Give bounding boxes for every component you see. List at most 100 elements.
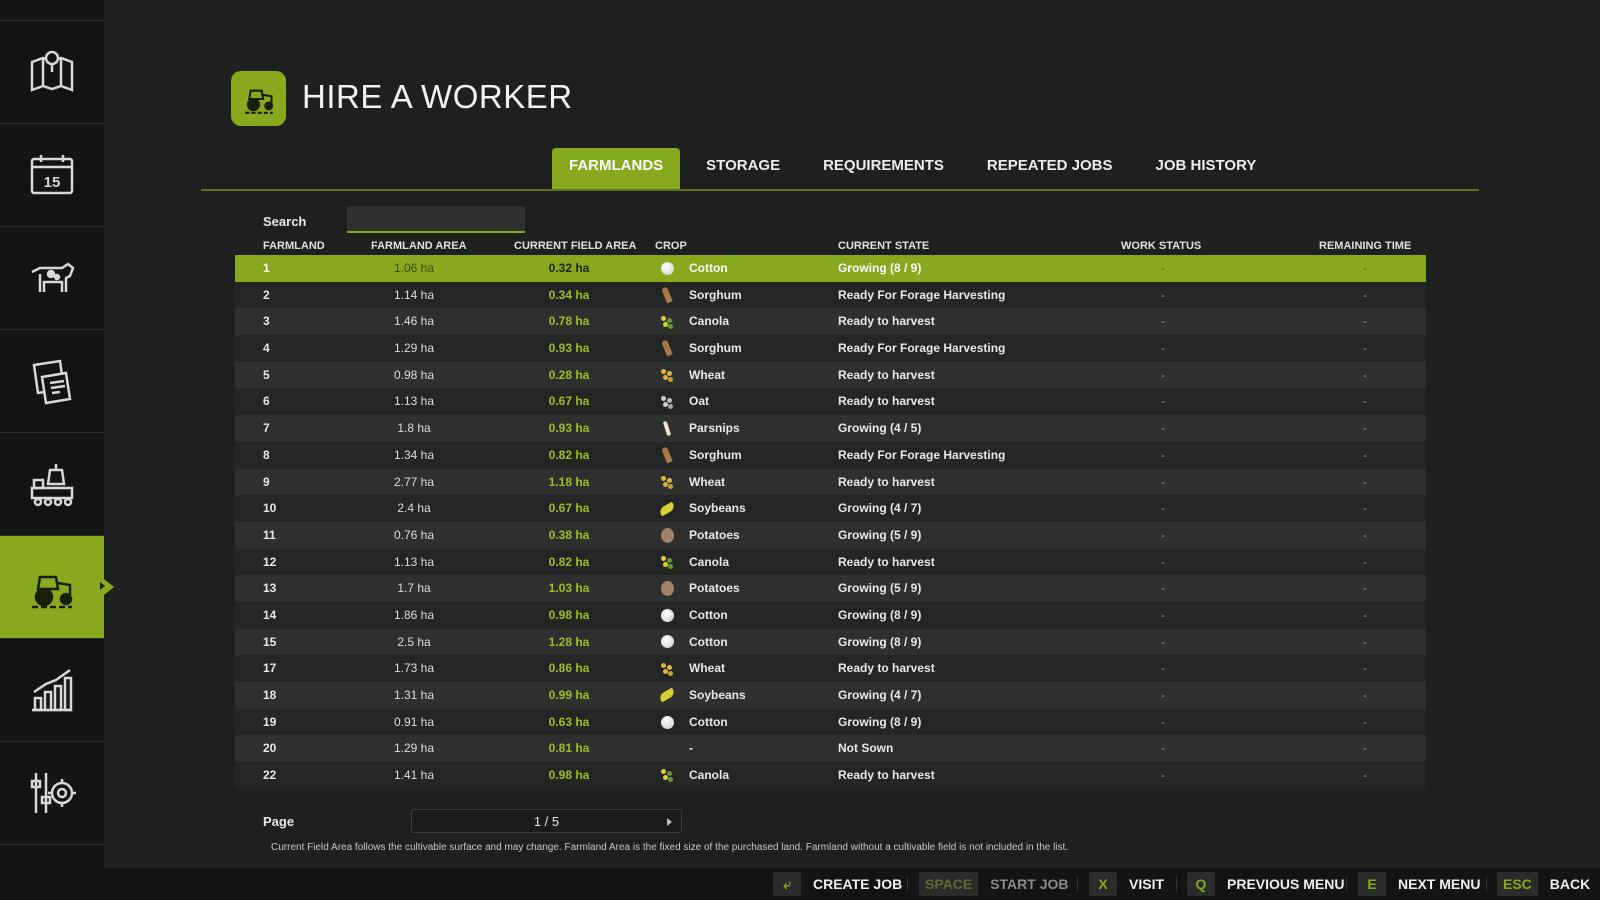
crop-icon-cell bbox=[658, 735, 676, 762]
visit-button[interactable]: X VISIT bbox=[1089, 868, 1164, 900]
farmland-cell: 10 bbox=[263, 501, 277, 516]
column-header-current-field-area[interactable]: CURRENT FIELD AREA bbox=[514, 240, 636, 252]
table-row[interactable]: 5 0.98 ha 0.28 ha Wheat Ready to harvest - - bbox=[235, 361, 1426, 389]
tab-requirements[interactable]: REQUIREMENTS bbox=[806, 148, 961, 190]
work-status-cell: - bbox=[1161, 287, 1165, 302]
table-row[interactable]: 13 1.7 ha 1.03 ha Potatoes Growing (5 / 9) - - bbox=[235, 575, 1426, 602]
crop-cell: Sorghum bbox=[689, 287, 742, 302]
remaining-time-cell: - bbox=[1363, 394, 1367, 409]
work-status-cell: - bbox=[1161, 314, 1165, 329]
crop-icon-cell bbox=[658, 335, 676, 362]
current-field-area-cell: 0.93 ha bbox=[548, 341, 590, 356]
sidebar-item-hire-worker[interactable] bbox=[0, 536, 114, 639]
table-row[interactable]: 9 2.77 ha 1.18 ha Wheat Ready to harvest - - bbox=[235, 468, 1426, 496]
crop-icon-cell bbox=[658, 575, 676, 602]
column-header-current-state[interactable]: CURRENT STATE bbox=[838, 240, 929, 252]
farmland-cell: 22 bbox=[263, 768, 277, 783]
tab-storage[interactable]: STORAGE bbox=[689, 148, 797, 190]
tab-farmlands[interactable]: FARMLANDS bbox=[552, 148, 681, 190]
work-status-cell: - bbox=[1161, 634, 1165, 649]
table-row[interactable]: 22 1.41 ha 0.98 ha Canola Ready to harvest - - bbox=[235, 762, 1426, 789]
crop-cell: Parsnips bbox=[689, 421, 740, 436]
table-row[interactable]: 4 1.29 ha 0.93 ha Sorghum Ready For Forage H… bbox=[235, 335, 1426, 362]
crop-cell: Wheat bbox=[689, 367, 725, 382]
sidebar-item-production[interactable] bbox=[0, 433, 104, 536]
farmland-cell: 12 bbox=[263, 554, 277, 569]
table-row[interactable]: 8 1.34 ha 0.82 ha Sorghum Ready For Forage H… bbox=[235, 441, 1426, 469]
tab-repeated-jobs[interactable]: REPEATED JOBS bbox=[970, 148, 1130, 190]
column-header-farmland-area[interactable]: FARMLAND AREA bbox=[371, 240, 467, 252]
current-field-area-cell: 0.28 ha bbox=[548, 367, 590, 382]
column-header-work-status[interactable]: WORK STATUS bbox=[1121, 240, 1201, 252]
current-field-area-cell: 0.82 ha bbox=[548, 554, 590, 569]
sidebar: 15 bbox=[0, 0, 114, 868]
table-row[interactable]: 12 1.13 ha 0.82 ha Canola Ready to harvest - - bbox=[235, 548, 1426, 576]
current-state-cell: Ready to harvest bbox=[838, 768, 935, 783]
farmland-cell: 14 bbox=[263, 607, 277, 622]
q-key-badge: Q bbox=[1187, 872, 1215, 896]
table-row[interactable]: 11 0.76 ha 0.38 ha Potatoes Growing (5 / 9) -… bbox=[235, 521, 1426, 549]
farmland-area-cell: 1.86 ha bbox=[393, 607, 435, 622]
canola-icon bbox=[659, 767, 675, 783]
current-state-cell: Growing (4 / 5) bbox=[838, 421, 922, 436]
current-state-cell: Ready to harvest bbox=[838, 367, 935, 382]
tractor-icon bbox=[32, 575, 73, 609]
sidebar-item-calendar[interactable]: 15 bbox=[0, 124, 104, 227]
column-header-farmland[interactable]: FARMLAND bbox=[263, 240, 325, 252]
table-row[interactable]: 10 2.4 ha 0.67 ha Soybeans Growing (4 / 7) - - bbox=[235, 495, 1426, 522]
tractor-icon bbox=[244, 89, 273, 114]
sidebar-item-contracts[interactable] bbox=[0, 330, 104, 433]
tab-job-history[interactable]: JOB HISTORY bbox=[1139, 148, 1274, 190]
table-row[interactable]: 18 1.31 ha 0.99 ha Soybeans Growing (4 / 7) -… bbox=[235, 682, 1426, 709]
farmland-cell: 15 bbox=[263, 634, 277, 649]
settings-icon bbox=[30, 773, 76, 813]
chevron-right-icon[interactable] bbox=[667, 818, 672, 826]
cotton-icon bbox=[660, 715, 674, 729]
column-header-remaining-time[interactable]: REMAINING TIME bbox=[1319, 240, 1411, 252]
table-row[interactable]: 19 0.91 ha 0.63 ha Cotton Growing (8 / 9) - - bbox=[235, 708, 1426, 736]
farmland-cell: 11 bbox=[263, 527, 276, 542]
table-row[interactable]: 6 1.13 ha 0.67 ha Oat Ready to harvest - - bbox=[235, 388, 1426, 416]
farmland-cell: 17 bbox=[263, 661, 277, 676]
create-job-button[interactable]: ⤶ CREATE JOB bbox=[773, 868, 902, 900]
farmland-area-cell: 0.91 ha bbox=[393, 714, 435, 729]
sidebar-item-animals[interactable] bbox=[0, 227, 104, 330]
crop-cell: Canola bbox=[689, 554, 730, 569]
page-selector[interactable]: 1 / 5 bbox=[411, 809, 682, 833]
next-menu-button[interactable]: E NEXT MENU bbox=[1358, 868, 1480, 900]
active-indicator-arrow-inner bbox=[100, 582, 105, 590]
divider bbox=[1077, 876, 1078, 892]
sidebar-item-settings[interactable] bbox=[0, 742, 104, 845]
sidebar-item-statistics[interactable] bbox=[0, 639, 104, 742]
current-field-area-cell: 0.93 ha bbox=[548, 421, 590, 436]
table-row[interactable]: 7 1.8 ha 0.93 ha Parsnips Growing (4 / 5) - - bbox=[235, 415, 1426, 442]
enter-key-icon: ⤶ bbox=[773, 872, 801, 896]
space-key-badge: SPACE bbox=[919, 872, 979, 896]
start-job-button[interactable]: SPACE START JOB bbox=[919, 868, 1069, 900]
back-button[interactable]: ESC BACK bbox=[1497, 868, 1590, 900]
column-header-crop[interactable]: CROP bbox=[655, 240, 687, 252]
remaining-time-cell: - bbox=[1363, 768, 1367, 783]
remaining-time-cell: - bbox=[1363, 607, 1367, 622]
search-input[interactable] bbox=[347, 206, 525, 233]
page-title-icon bbox=[231, 71, 286, 126]
farmland-cell: 3 bbox=[263, 314, 270, 329]
crop-icon-cell bbox=[658, 308, 676, 335]
remaining-time-cell: - bbox=[1363, 634, 1367, 649]
table-row[interactable]: 14 1.86 ha 0.98 ha Cotton Growing (8 / 9) - - bbox=[235, 601, 1426, 629]
wheat-icon bbox=[659, 474, 675, 490]
previous-menu-button[interactable]: Q PREVIOUS MENU bbox=[1187, 868, 1344, 900]
grain-dot bbox=[668, 777, 673, 783]
table-row[interactable]: 20 1.29 ha 0.81 ha - Not Sown - - bbox=[235, 735, 1426, 763]
table-row[interactable]: 2 1.14 ha 0.34 ha Sorghum Ready For Forage H… bbox=[235, 281, 1426, 309]
table-row[interactable]: 3 1.46 ha 0.78 ha Canola Ready to harvest - - bbox=[235, 308, 1426, 336]
visit-label: VISIT bbox=[1129, 876, 1165, 892]
table-row[interactable]: 15 2.5 ha 1.28 ha Cotton Growing (8 / 9) - - bbox=[235, 628, 1426, 656]
current-field-area-cell: 0.98 ha bbox=[548, 607, 590, 622]
table-row[interactable]: 17 1.73 ha 0.86 ha Wheat Ready to harvest - - bbox=[235, 655, 1426, 682]
table-row[interactable]: 1 1.06 ha 0.32 ha Cotton Growing (8 / 9) - - bbox=[235, 255, 1426, 282]
table-header: FARMLAND FARMLAND AREA CURRENT FIELD ARE… bbox=[235, 240, 1426, 254]
remaining-time-cell: - bbox=[1363, 688, 1367, 702]
remaining-time-cell: - bbox=[1363, 661, 1367, 676]
sidebar-item-map[interactable] bbox=[0, 21, 104, 124]
